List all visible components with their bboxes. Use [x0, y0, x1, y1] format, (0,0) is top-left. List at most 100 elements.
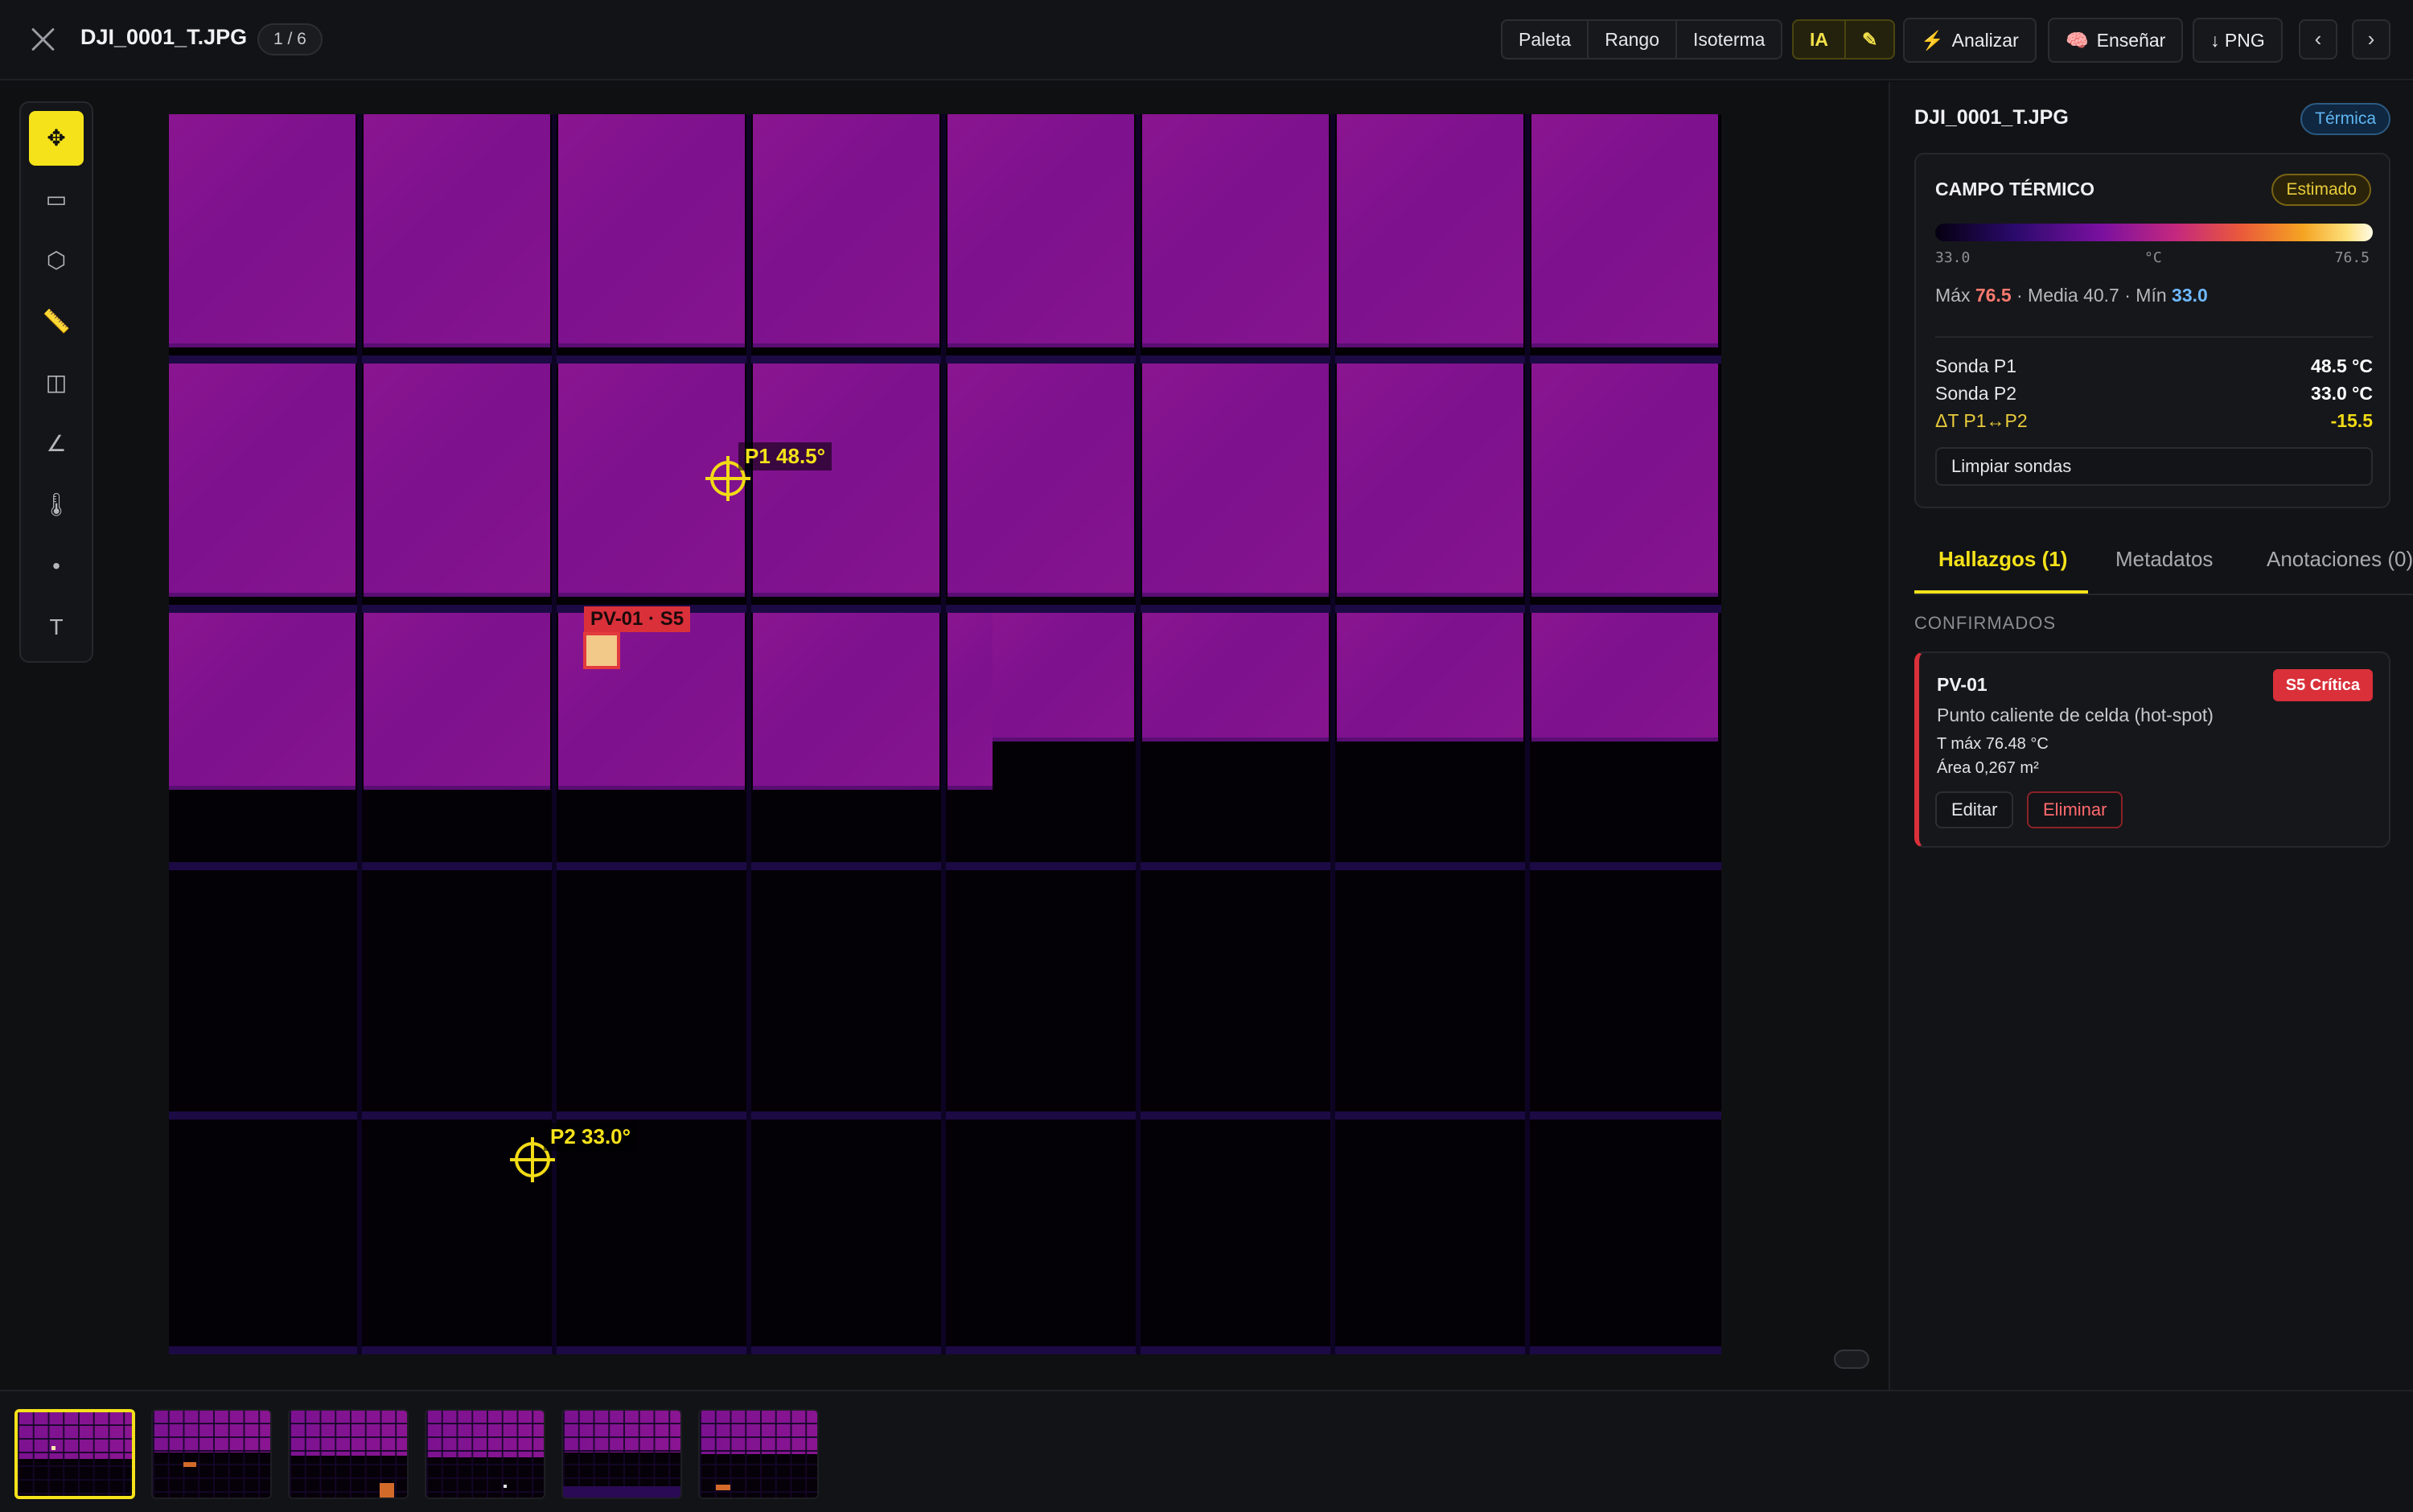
- tool-palette: ✥ ▭ ⬡ 📏 ◫ ∠ 🌡 • T: [19, 101, 93, 663]
- thumbnail-4[interactable]: [425, 1409, 545, 1499]
- max-value: 76.5: [1975, 285, 2012, 306]
- thermal-field-title: CAMPO TÉRMICO: [1935, 179, 2095, 199]
- rectangle-tool[interactable]: ▭: [29, 172, 84, 227]
- tab-annotations[interactable]: Anotaciones (0): [2267, 547, 2413, 572]
- angle-icon: ∠: [46, 431, 67, 456]
- solar-panel-hot: [753, 613, 939, 790]
- ruler-icon: 📏: [42, 309, 71, 334]
- thumbnail-2[interactable]: [151, 1409, 272, 1499]
- temperature-stats: Máx 76.5 · Media 40.7 · Mín 33.0: [1935, 285, 2208, 306]
- finding-card[interactable]: PV-01 S5 Crítica Punto caliente de celda…: [1914, 651, 2390, 848]
- finding-id: PV-01: [1937, 674, 1988, 695]
- color-scale-bar: [1935, 224, 2373, 241]
- thumbnail-5[interactable]: [561, 1409, 682, 1499]
- divider: [1935, 336, 2373, 338]
- finding-area: Área 0,267 m²: [1937, 759, 2039, 777]
- probe-row-value: 48.5 °C: [2311, 355, 2373, 376]
- confirmed-section-label: CONFIRMADOS: [1914, 613, 2056, 633]
- finding-tmax: T máx 76.48 °C: [1937, 735, 2049, 753]
- solar-panel-hot: [1531, 114, 1718, 347]
- analyze-button[interactable]: ⚡ Analizar: [1903, 18, 2037, 63]
- solar-panel-hot: [1337, 364, 1523, 597]
- tab-metadata[interactable]: Metadatos: [2115, 547, 2213, 572]
- analyze-label: Analizar: [1951, 30, 2019, 51]
- delete-finding-button[interactable]: Eliminar: [2027, 791, 2123, 828]
- scale-unit-label: °C: [2144, 249, 2162, 266]
- panel-frame-line: [1330, 114, 1335, 1354]
- panel-frame-line: [552, 114, 557, 1354]
- close-icon[interactable]: [27, 24, 60, 56]
- polygon-tool[interactable]: ⬡: [29, 233, 84, 288]
- polygon-icon: ⬡: [46, 248, 67, 273]
- teach-label: Enseñar: [2096, 30, 2166, 51]
- compare-icon: ◫: [45, 370, 68, 395]
- thumbnail-3[interactable]: [288, 1409, 409, 1499]
- point-tool[interactable]: •: [29, 539, 84, 594]
- panel-frame-line: [941, 114, 946, 1354]
- next-image-button[interactable]: ›: [2352, 19, 2390, 60]
- thumbnail-strip: [0, 1390, 2413, 1512]
- view-button-group: Paleta Rango Isoterma: [1501, 19, 1783, 60]
- clear-probes-button[interactable]: Limpiar sondas: [1935, 447, 2373, 486]
- solar-panel-hot: [948, 613, 993, 790]
- solar-panel-hot: [753, 364, 939, 597]
- min-label: Mín: [2136, 285, 2167, 306]
- solar-panel-hot: [948, 364, 1134, 597]
- export-png-button[interactable]: ↓ PNG: [2193, 18, 2283, 63]
- thumbnail-1[interactable]: [14, 1409, 135, 1499]
- file-name: DJI_0001_T.JPG: [80, 25, 248, 49]
- lightning-icon: ⚡: [1921, 30, 1944, 51]
- palette-button[interactable]: Paleta: [1502, 21, 1589, 58]
- solar-panel-hot: [169, 364, 356, 597]
- panel-tabs: Hallazgos (1) Metadatos Anotaciones (0): [1914, 531, 2413, 595]
- solar-panel-hot: [993, 613, 1134, 742]
- move-tool[interactable]: ✥: [29, 111, 84, 166]
- inspector-panel: DJI_0001_T.JPG Térmica CAMPO TÉRMICO Est…: [1889, 82, 2413, 1390]
- image-canvas[interactable]: P1 48.5° P2 33.0° PV-01 · S5: [113, 82, 1889, 1388]
- prev-image-button[interactable]: ‹: [2299, 19, 2337, 60]
- solar-panel-hot: [753, 114, 939, 347]
- finding-marker[interactable]: [583, 632, 620, 669]
- panel-frame-line: [1525, 114, 1530, 1354]
- solar-panel-hot: [558, 114, 745, 347]
- estimated-badge: Estimado: [2271, 174, 2371, 206]
- brain-icon: 🧠: [2066, 30, 2089, 51]
- pencil-icon[interactable]: ✎: [1846, 21, 1893, 58]
- ruler-tool[interactable]: 📏: [29, 294, 84, 349]
- tab-findings[interactable]: Hallazgos (1): [1938, 547, 2067, 572]
- rectangle-icon: ▭: [45, 187, 68, 212]
- edit-finding-button[interactable]: Editar: [1935, 791, 2014, 828]
- probe-p1-label: P1 48.5°: [738, 442, 832, 470]
- zoom-indicator[interactable]: [1834, 1350, 1869, 1369]
- min-value: 33.0: [2172, 285, 2208, 306]
- scale-max-label: 76.5: [2334, 249, 2370, 266]
- teach-button[interactable]: 🧠 Enseñar: [2048, 18, 2184, 63]
- finding-label: PV-01 · S5: [584, 606, 691, 632]
- move-icon: ✥: [47, 125, 66, 150]
- text-tool[interactable]: T: [29, 600, 84, 655]
- compare-tool[interactable]: ◫: [29, 355, 84, 410]
- solar-panel-hot: [169, 114, 356, 347]
- delta-label: ΔT P1↔P2: [1935, 410, 2028, 431]
- panel-frame-line: [357, 114, 362, 1354]
- solar-panel-hot: [948, 114, 1134, 347]
- ia-toggle-group: IA ✎: [1792, 19, 1896, 60]
- scale-min-label: 33.0: [1935, 249, 1971, 266]
- solar-panel-hot: [1337, 613, 1523, 742]
- thermometer-tool[interactable]: 🌡: [29, 478, 84, 532]
- ia-button[interactable]: IA: [1794, 21, 1846, 58]
- probe-row-label: Sonda P1: [1935, 355, 2017, 376]
- thermal-image[interactable]: [169, 114, 1721, 1354]
- angle-tool[interactable]: ∠: [29, 417, 84, 471]
- thermal-field-card: CAMPO TÉRMICO Estimado 33.0 °C 76.5 Máx …: [1914, 153, 2390, 508]
- text-icon: T: [49, 614, 64, 639]
- solar-panel-hot: [1142, 613, 1329, 742]
- mean-text: · Media 40.7 ·: [2011, 285, 2136, 306]
- solar-panel-hot: [1337, 114, 1523, 347]
- isotherm-button[interactable]: Isoterma: [1677, 21, 1781, 58]
- panel-frame-line: [746, 114, 751, 1354]
- thumbnail-6[interactable]: [698, 1409, 819, 1499]
- range-button[interactable]: Rango: [1589, 21, 1677, 58]
- panel-file-name: DJI_0001_T.JPG: [1914, 106, 2069, 129]
- finding-description: Punto caliente de celda (hot-spot): [1937, 705, 2214, 725]
